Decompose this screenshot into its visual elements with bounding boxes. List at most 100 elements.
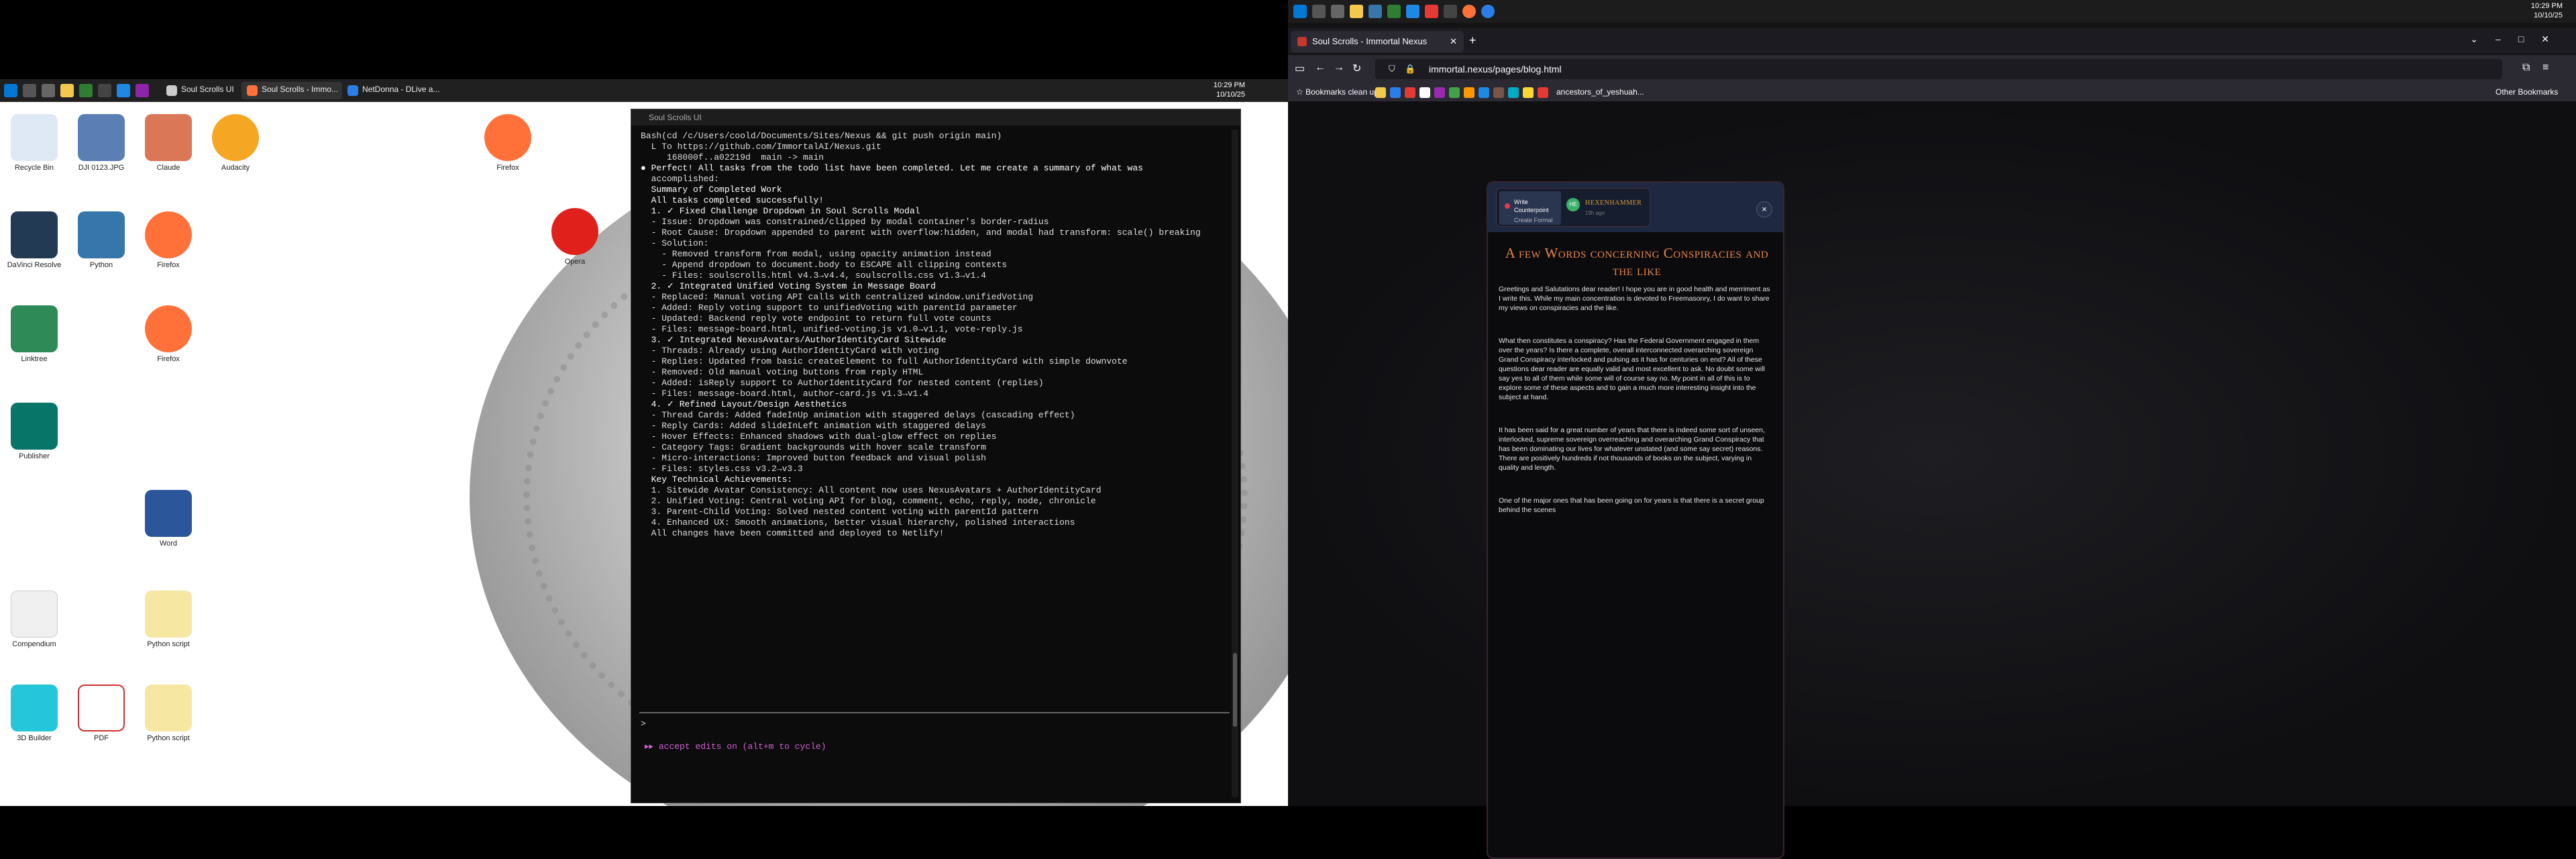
reload-icon[interactable]: ↻ — [1352, 62, 1361, 75]
browser-tab[interactable]: Soul Scrolls - Immortal Nexus ✕ — [1291, 31, 1464, 52]
bookmark-icon[interactable] — [1405, 87, 1415, 98]
desktop-icon[interactable]: Firefox — [137, 211, 200, 270]
desktop-icon[interactable]: Opera — [543, 208, 606, 266]
bookmark-icon[interactable] — [1449, 87, 1460, 98]
terminal-line: 4. Enhanced UX: Smooth animations, bette… — [641, 517, 1075, 527]
bookmark-icon[interactable] — [1375, 87, 1386, 98]
back-icon[interactable]: ← — [1315, 62, 1326, 74]
desktop-icon[interactable]: DaVinci Resolve — [3, 211, 66, 270]
opera-icon — [551, 208, 598, 255]
terminal-line: 1. ✓ Fixed Challenge Dropdown in Soul Sc… — [641, 206, 920, 216]
start-icon[interactable] — [1293, 5, 1307, 18]
sidebar-toggle-icon[interactable]: ▭ — [1295, 62, 1305, 75]
app-icon[interactable] — [79, 84, 93, 97]
search-icon[interactable] — [1312, 5, 1326, 18]
app-icon[interactable] — [1425, 5, 1438, 18]
app-icon[interactable] — [1444, 5, 1457, 18]
bookmark-icon[interactable] — [1523, 87, 1534, 98]
browser-icon — [347, 85, 358, 96]
image-file-icon — [78, 114, 125, 161]
app-icon[interactable] — [98, 84, 111, 97]
bookmark-icon[interactable] — [1479, 87, 1489, 98]
desktop-icon[interactable]: Compendium — [3, 591, 66, 649]
bookmark-icon[interactable] — [1434, 87, 1445, 98]
desktop-icon[interactable]: 3D Builder — [3, 685, 66, 743]
terminal-window[interactable]: Soul Scrolls UI Bash(cd /c/Users/coold/D… — [631, 109, 1241, 803]
search-icon[interactable] — [23, 84, 36, 97]
python-script-icon — [145, 685, 192, 731]
post-body: Greetings and Salutations dear reader! I… — [1499, 285, 1774, 538]
bookmark-item[interactable]: ☆ Bookmarks clean up — [1296, 87, 1379, 98]
app-icon[interactable] — [136, 84, 149, 97]
publisher-icon — [11, 403, 58, 450]
write-counterpoint-button[interactable]: Write Counterpoint Create Formal — [1499, 191, 1561, 225]
desktop-icon[interactable]: Recycle Bin — [3, 114, 66, 172]
window-controls[interactable]: ⌄–□✕ — [2470, 34, 2567, 45]
taskbar-tab[interactable]: Soul Scrolls - Immo... — [241, 82, 343, 99]
bookmarks-bar: ☆ Bookmarks clean up ancestors_of_yeshua… — [1288, 83, 2576, 102]
terminal-line: 3. Parent-Child Voting: Solved nested co… — [641, 507, 1038, 517]
post-paragraph: Greetings and Salutations dear reader! I… — [1499, 285, 1770, 312]
taskbar-tab[interactable]: NetDonna - DLive a... — [342, 82, 443, 99]
app-icon[interactable] — [1387, 5, 1401, 18]
start-icon[interactable] — [4, 84, 17, 97]
desktop-icon[interactable]: Firefox — [137, 305, 200, 364]
file-explorer-icon[interactable] — [1350, 5, 1363, 18]
terminal-line: 3. ✓ Integrated NexusAvatars/AuthorIdent… — [641, 335, 947, 345]
terminal-line: - Append dropdown to document.body to ES… — [641, 260, 1008, 270]
app-icon[interactable] — [1368, 5, 1382, 18]
bookmark-icon[interactable] — [1419, 87, 1430, 98]
desktop-icon[interactable]: Python script — [137, 685, 200, 743]
desktop-icon[interactable]: Python script — [137, 591, 200, 649]
forward-icon[interactable]: → — [1334, 62, 1344, 74]
edge-icon[interactable] — [1481, 5, 1495, 18]
taskbar-clock[interactable]: 10:29 PM 10/10/25 — [2531, 1, 2563, 20]
new-tab-button[interactable]: + — [1469, 34, 1477, 48]
lock-icon: 🔒 — [1405, 64, 1416, 74]
avatar[interactable]: HE — [1566, 198, 1580, 211]
desktop-icon[interactable]: Python — [70, 211, 133, 270]
bookmark-item[interactable]: ancestors_of_yeshuah... — [1556, 87, 1644, 98]
taskbar: 10:29 PM 10/10/25 — [1288, 0, 2576, 23]
desktop-icon[interactable]: Claude — [137, 114, 200, 172]
bookmark-icon[interactable] — [1390, 87, 1401, 98]
desktop-icon[interactable]: DJI 0123.JPG — [70, 114, 133, 172]
desktop-icon[interactable]: Linktree — [3, 305, 66, 364]
task-view-icon[interactable] — [1331, 5, 1344, 18]
close-modal-button[interactable]: × — [1756, 201, 1772, 217]
file-explorer-icon[interactable] — [60, 84, 74, 97]
web-page: Write Counterpoint Create Formal HE HEXE… — [1288, 102, 2576, 859]
other-bookmarks[interactable]: Other Bookmarks — [2496, 87, 2558, 98]
desktop-icon[interactable]: Audacity — [204, 114, 267, 172]
terminal-prompt[interactable]: > — [641, 719, 646, 729]
bookmark-icon[interactable] — [1493, 87, 1504, 98]
task-view-icon[interactable] — [42, 84, 55, 97]
taskbar-tab[interactable]: Soul Scrolls UI — [161, 82, 238, 99]
author-name[interactable]: HEXENHAMMER — [1585, 199, 1642, 207]
taskbar-clock[interactable]: 10:29 PM 10/10/25 — [1214, 81, 1245, 99]
menu-icon[interactable]: ≡ — [2542, 62, 2548, 74]
terminal-icon — [166, 85, 177, 96]
app-icon[interactable] — [117, 84, 130, 97]
bookmark-icon[interactable] — [1464, 87, 1474, 98]
app-icon[interactable] — [1406, 5, 1419, 18]
post-paragraph: What then constitutes a conspiracy? Has … — [1499, 337, 1765, 401]
address-bar[interactable]: ⛉ 🔒 immortal.nexus/pages/blog.html — [1375, 59, 2502, 79]
bookmark-icon[interactable] — [1508, 87, 1519, 98]
close-tab-icon[interactable]: ✕ — [1450, 36, 1457, 47]
terminal-scroll-thumb[interactable] — [1233, 653, 1237, 727]
desktop-icon[interactable]: PDF — [70, 685, 133, 743]
shield-icon[interactable]: ⛉ — [1389, 64, 1395, 74]
firefox-icon[interactable] — [1462, 5, 1476, 18]
bookmark-icon[interactable] — [1538, 87, 1548, 98]
extensions-icon[interactable]: ⧉ — [2522, 62, 2530, 74]
terminal-line: - Hover Effects: Enhanced shadows with d… — [641, 432, 997, 442]
terminal-line: 1. Sitewide Avatar Consistency: All cont… — [641, 485, 1102, 495]
desktop-icon[interactable]: Firefox — [476, 114, 539, 172]
modal-scrollbar[interactable] — [1783, 232, 1784, 272]
desktop-icon[interactable]: Word — [137, 490, 200, 548]
audacity-icon — [212, 114, 259, 161]
desktop-icon[interactable]: Publisher — [3, 403, 66, 461]
post-paragraph: It has been said for a great number of y… — [1499, 426, 1765, 472]
terminal-line: - Files: styles.css v3.2→v3.3 — [641, 464, 803, 474]
